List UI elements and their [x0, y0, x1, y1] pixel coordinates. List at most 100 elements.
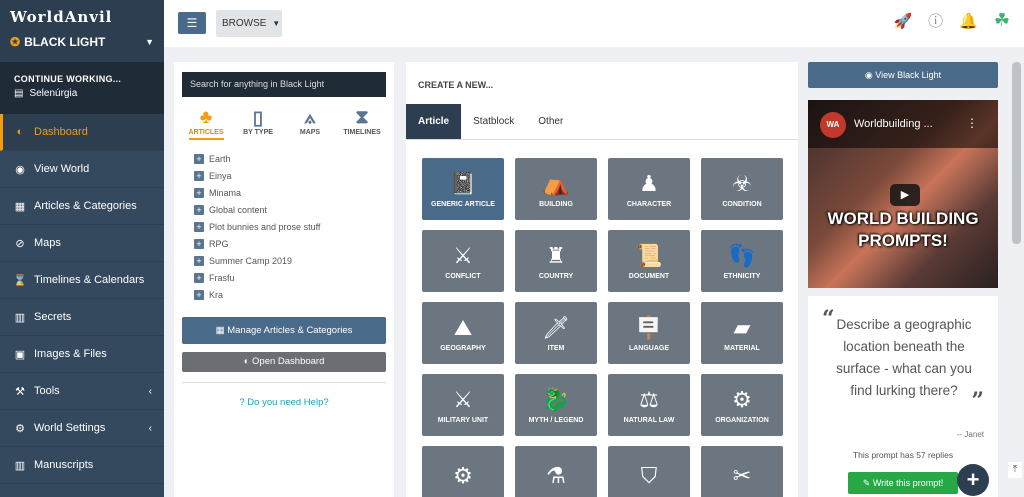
article-type-tile[interactable]: 👣 ETHNICITY	[701, 230, 783, 292]
sidebar-item-secrets[interactable]: ▥ Secrets	[0, 299, 164, 336]
continue-working-doc[interactable]: ▤ Selenúrgia	[14, 88, 150, 99]
channel-logo[interactable]: WA	[820, 112, 846, 138]
tab-statblock[interactable]: Statblock	[461, 104, 526, 139]
eye-icon: ◉	[864, 70, 873, 80]
world-anvil-logo[interactable]: WorldAnvil	[10, 8, 154, 26]
article-type-tile[interactable]: 🪧 LANGUAGE	[608, 302, 690, 364]
plus-icon[interactable]: +	[194, 272, 204, 283]
menu-toggle-button[interactable]: ☰	[178, 12, 206, 34]
tree-item[interactable]: + Summer Camp 2019	[194, 252, 394, 269]
article-type-icon: ▰	[733, 314, 751, 340]
sidebar-item-articles[interactable]: ▦ Articles & Categories	[0, 188, 164, 225]
topbar: ☰ BROWSE ▼ 🚀 ⓘ 🔔 ☘	[164, 0, 1024, 47]
play-button[interactable]: ▶	[890, 184, 920, 206]
sidebar-item-dashboard[interactable]: ◐ Dashboard	[0, 114, 164, 151]
tab-article[interactable]: Article	[406, 104, 462, 139]
sidebar-item-world-settings[interactable]: ⚙ World Settings ‹	[0, 410, 164, 447]
tree-item[interactable]: + RPG	[194, 235, 394, 252]
video-caption-line: WORLD BUILDING	[827, 209, 979, 228]
article-type-label: GENERIC ARTICLE	[431, 200, 495, 208]
tree-item[interactable]: + Einya	[194, 167, 394, 184]
tab-timelines[interactable]: ⧗ TIMELINES	[339, 107, 385, 136]
tree-item[interactable]: + Plot bunnies and prose stuff	[194, 218, 394, 235]
tab-by-type[interactable]: ▯ BY TYPE	[235, 107, 281, 136]
tab-maps[interactable]: ⟑ MAPS	[287, 107, 333, 136]
article-type-tile[interactable]: 📓 GENERIC ARTICLE	[422, 158, 504, 220]
article-type-label: BUILDING	[539, 200, 573, 208]
article-type-tile[interactable]: ⚙	[422, 446, 504, 497]
browse-label: BROWSE	[222, 18, 267, 29]
rocket-icon[interactable]: 🚀	[893, 12, 912, 30]
plus-icon[interactable]: +	[194, 153, 204, 164]
view-world-button[interactable]: ◉ View Black Light	[808, 62, 998, 88]
plus-icon[interactable]: +	[194, 255, 204, 266]
article-type-tile[interactable]: ✂	[701, 446, 783, 497]
sidebar-item-timelines[interactable]: ⌛ Timelines & Calendars	[0, 262, 164, 299]
video-embed[interactable]: WA Worldbuilding ... ⋮ ▶ WORLD BUILDING …	[808, 100, 998, 288]
top-icons: 🚀 ⓘ 🔔 ☘	[877, 10, 1010, 31]
article-type-tile[interactable]: 🗡 ITEM	[515, 302, 597, 364]
world-selector[interactable]: ✪ BLACK LIGHT ▼	[10, 35, 154, 49]
question-circle-icon: ?	[239, 397, 245, 408]
scroll-to-top-icon[interactable]: ⤒	[1008, 462, 1022, 478]
article-type-tile[interactable]: ⛺ BUILDING	[515, 158, 597, 220]
tab-label: MAPS	[299, 129, 321, 136]
article-type-tile[interactable]: ⚗	[515, 446, 597, 497]
article-type-tile[interactable]: ♟ CHARACTER	[608, 158, 690, 220]
sidebar-item-images[interactable]: ▣ Images & Files	[0, 336, 164, 373]
continue-working-doc-title: Selenúrgia	[29, 88, 78, 99]
sidebar-item-label: Maps	[34, 237, 61, 249]
tree-item[interactable]: + Minama	[194, 184, 394, 201]
plus-icon[interactable]: +	[194, 187, 204, 198]
bell-icon[interactable]: 🔔	[959, 12, 978, 30]
sidebar-item-tools[interactable]: ⚒ Tools ‹	[0, 373, 164, 410]
search-input[interactable]: Search for anything in Black Light	[182, 72, 386, 97]
article-type-tile[interactable]: ⚔ MILITARY UNIT	[422, 374, 504, 436]
sidebar-item-view-world[interactable]: ◉ View World	[0, 151, 164, 188]
avatar[interactable]: ☘	[994, 10, 1010, 31]
plus-icon[interactable]: +	[194, 170, 204, 181]
article-type-tile[interactable]: ⛰ GEOGRAPHY	[422, 302, 504, 364]
article-type-tile[interactable]: ☣ CONDITION	[701, 158, 783, 220]
article-type-tile[interactable]: ⚙ ORGANIZATION	[701, 374, 783, 436]
help-link[interactable]: ? Do you need Help?	[174, 397, 394, 408]
write-prompt-button[interactable]: ✎ Write this prompt!	[848, 472, 958, 494]
article-type-tile[interactable]: 🐉 MYTH / LEGEND	[515, 374, 597, 436]
plus-icon[interactable]: +	[194, 238, 204, 249]
plus-icon[interactable]: +	[194, 289, 204, 300]
tree-item[interactable]: + Frasfu	[194, 269, 394, 286]
tree-item[interactable]: + Global content	[194, 201, 394, 218]
sidebar-item-label: View World	[34, 163, 90, 175]
article-type-tile[interactable]: ♜ COUNTRY	[515, 230, 597, 292]
more-options-icon[interactable]: ⋮	[966, 116, 978, 130]
sidebar-item-label: Manuscripts	[34, 459, 94, 471]
tab-articles[interactable]: ♣ ARTICLES	[183, 107, 229, 140]
video-caption: WORLD BUILDING PROMPTS!	[808, 208, 998, 252]
tree-item[interactable]: + Earth	[194, 150, 394, 167]
article-type-tile[interactable]: 📜 DOCUMENT	[608, 230, 690, 292]
article-type-label: MATERIAL	[724, 344, 760, 352]
tab-other[interactable]: Other	[526, 104, 575, 139]
article-type-tile[interactable]: ▰ MATERIAL	[701, 302, 783, 364]
manage-articles-button[interactable]: ▦ Manage Articles & Categories	[182, 317, 386, 344]
scrollbar[interactable]	[1012, 62, 1021, 244]
tab-label: TIMELINES	[343, 129, 381, 136]
article-type-tile[interactable]: ⛉	[608, 446, 690, 497]
browse-dropdown[interactable]: BROWSE ▼	[216, 10, 282, 37]
open-dashboard-button[interactable]: ◐ Open Dashboard	[182, 352, 386, 372]
article-type-tile[interactable]: ⚖ NATURAL LAW	[608, 374, 690, 436]
plus-icon[interactable]: +	[194, 221, 204, 232]
tree-item[interactable]: + Kra	[194, 286, 394, 303]
plus-icon[interactable]: +	[194, 204, 204, 215]
help-icon[interactable]: ⓘ	[928, 10, 943, 31]
sidebar-item-maps[interactable]: ⊘ Maps	[0, 225, 164, 262]
video-title[interactable]: Worldbuilding ...	[854, 118, 933, 130]
sidebar-item-manuscripts[interactable]: ▥ Manuscripts	[0, 447, 164, 484]
article-type-icon: ☣	[732, 170, 752, 196]
category-tree: + Earth + Einya + Minama + Global content + P…	[174, 150, 394, 303]
search-panel: Search for anything in Black Light ♣ ART…	[174, 62, 394, 497]
continue-working: CONTINUE WORKING... ▤ Selenúrgia	[0, 62, 164, 114]
article-type-tile[interactable]: ⚔ CONFLICT	[422, 230, 504, 292]
add-floating-button[interactable]: +	[957, 464, 989, 496]
article-type-label: CHARACTER	[626, 200, 672, 208]
